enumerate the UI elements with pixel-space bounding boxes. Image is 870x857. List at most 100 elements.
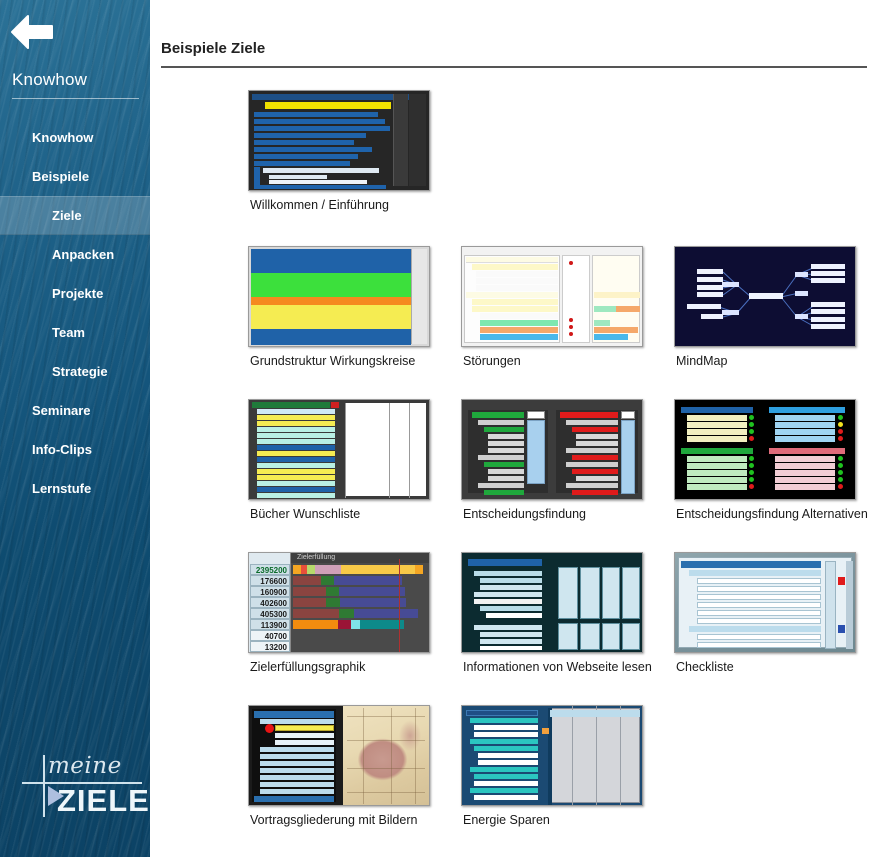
- gallery-row: Bücher Wunschliste: [248, 399, 870, 522]
- sidebar-item-beispiele[interactable]: Beispiele: [0, 157, 150, 196]
- gallery-item-vortragsgliederung[interactable]: Vortragsgliederung mit Bildern: [248, 705, 461, 828]
- sidebar-item-label: Team: [52, 325, 85, 340]
- gallery-item-mindmap[interactable]: MindMap: [674, 246, 870, 369]
- sidebar-item-anpacken[interactable]: Anpacken: [0, 235, 150, 274]
- sidebar-item-label: Seminare: [32, 403, 91, 418]
- thumbnail-caption: Willkommen / Einführung: [248, 191, 461, 213]
- chart-row-label: 113900: [250, 619, 290, 630]
- gallery-item-zielerfuellung[interactable]: liget ist Zielerfüllung 2395200 176600 1…: [248, 552, 461, 675]
- row-spacer: [248, 213, 870, 246]
- page-title-divider: [161, 66, 867, 68]
- sidebar: Knowhow Knowhow Beispiele Ziele Anpacken…: [0, 0, 150, 857]
- row-spacer: [248, 522, 870, 552]
- sidebar-item-lernstufe[interactable]: Lernstufe: [0, 469, 150, 508]
- app-window: Knowhow Knowhow Beispiele Ziele Anpacken…: [0, 0, 870, 857]
- chart-row-label: 405300: [250, 608, 290, 619]
- gallery-item-alternativen[interactable]: Entscheidungsfindung Alternativen: [674, 399, 870, 522]
- gallery-item-entscheidungsfindung[interactable]: Entscheidungsfindung: [461, 399, 674, 522]
- sidebar-item-strategie[interactable]: Strategie: [0, 352, 150, 391]
- thumb-art: [462, 706, 642, 805]
- thumbnail-entscheidungsfindung[interactable]: [461, 399, 643, 500]
- sidebar-item-label: Strategie: [52, 364, 108, 379]
- thumb-art: liget ist Zielerfüllung 2395200 176600 1…: [249, 553, 429, 652]
- sidebar-item-team[interactable]: Team: [0, 313, 150, 352]
- logo-meine-ziele[interactable]: meine ZIELE: [14, 753, 142, 819]
- sidebar-item-label: Info-Clips: [32, 442, 92, 457]
- thumbnail-caption: Grundstruktur Wirkungskreise: [248, 347, 461, 369]
- sidebar-item-label: Knowhow: [32, 130, 93, 145]
- thumb-art: [462, 400, 642, 499]
- thumbnail-caption: Zielerfüllungsgraphik: [248, 653, 461, 675]
- page-title: Beispiele Ziele: [161, 40, 867, 66]
- chart-row-label: 13200: [250, 641, 290, 652]
- sidebar-item-ziele[interactable]: Ziele: [0, 196, 150, 235]
- thumbnail-stoerungen[interactable]: [461, 246, 643, 347]
- thumbnail-mindmap[interactable]: [674, 246, 856, 347]
- gallery-row: Willkommen / Einführung: [248, 90, 870, 213]
- gallery-row: liget ist Zielerfüllung 2395200 176600 1…: [248, 552, 870, 675]
- thumbnail-caption: Informationen von Webseite lesen: [461, 653, 674, 675]
- sidebar-nav: Knowhow Beispiele Ziele Anpacken Projekt…: [0, 118, 150, 508]
- chart-row-label: 402600: [250, 597, 290, 608]
- logo-vertical-rule: [43, 755, 45, 817]
- sidebar-item-label: Lernstufe: [32, 481, 91, 496]
- thumbnail-caption: MindMap: [674, 347, 870, 369]
- chart-title: Zielerfüllung: [297, 554, 335, 561]
- sidebar-item-projekte[interactable]: Projekte: [0, 274, 150, 313]
- sidebar-item-info-clips[interactable]: Info-Clips: [0, 430, 150, 469]
- thumbnail-entscheidungsfindung-alternativen[interactable]: [674, 399, 856, 500]
- sidebar-item-seminare[interactable]: Seminare: [0, 391, 150, 430]
- logo-word-meine: meine: [48, 753, 122, 779]
- sidebar-item-label: Beispiele: [32, 169, 89, 184]
- thumbnail-caption: Checkliste: [674, 653, 870, 675]
- thumbnail-energie-sparen[interactable]: [461, 705, 643, 806]
- thumbnail-willkommen[interactable]: [248, 90, 430, 191]
- thumb-art: [675, 553, 855, 652]
- gallery-item-stoerungen[interactable]: Störungen: [461, 246, 674, 369]
- thumb-art: [249, 91, 429, 190]
- chart-row-label: 2395200: [250, 564, 290, 575]
- gallery-row: Vortragsgliederung mit Bildern: [248, 705, 870, 828]
- gallery-item-checkliste[interactable]: Checkliste: [674, 552, 870, 675]
- sidebar-title-divider: [12, 98, 139, 99]
- thumbnail-checkliste[interactable]: [674, 552, 856, 653]
- page-header: Beispiele Ziele: [161, 40, 867, 68]
- thumbnail-vortragsgliederung[interactable]: [248, 705, 430, 806]
- historic-map-image: [343, 706, 429, 805]
- sidebar-item-label: Projekte: [52, 286, 103, 301]
- gallery-row: Grundstruktur Wirkungskreise: [248, 246, 870, 369]
- row-spacer: [248, 675, 870, 705]
- thumb-art: [249, 400, 429, 499]
- gallery-item-buecher[interactable]: Bücher Wunschliste: [248, 399, 461, 522]
- chart-row-label: 40700: [250, 630, 290, 641]
- chart-row-label: 176600: [250, 575, 290, 586]
- row-spacer: [248, 369, 870, 399]
- thumbnail-caption: Bücher Wunschliste: [248, 500, 461, 522]
- thumb-art: [675, 247, 855, 346]
- triangle-down-icon: [21, 759, 39, 772]
- sidebar-title: Knowhow: [12, 70, 87, 90]
- logo-word-ziele: ZIELE: [57, 783, 150, 819]
- thumbnail-zielerfuellungsgraphik[interactable]: liget ist Zielerfüllung 2395200 176600 1…: [248, 552, 430, 653]
- gallery-item-willkommen[interactable]: Willkommen / Einführung: [248, 90, 461, 213]
- sidebar-item-label: Ziele: [52, 208, 82, 223]
- back-arrow-icon[interactable]: [8, 10, 56, 54]
- sidebar-item-label: Anpacken: [52, 247, 114, 262]
- thumbnail-grundstruktur[interactable]: [248, 246, 430, 347]
- red-dot-marker: [265, 724, 274, 733]
- thumb-art: [462, 247, 642, 346]
- thumb-art: [249, 247, 429, 346]
- gallery-item-energie-sparen[interactable]: Energie Sparen: [461, 705, 674, 828]
- thumbnail-informationen-webseite[interactable]: [461, 552, 643, 653]
- thumbnail-caption: Entscheidungsfindung: [461, 500, 674, 522]
- gallery-item-webseite-lesen[interactable]: Informationen von Webseite lesen: [461, 552, 674, 675]
- main-content: Beispiele Ziele: [150, 0, 870, 857]
- thumbnail-caption: Energie Sparen: [461, 806, 674, 828]
- example-gallery: Willkommen / Einführung: [248, 90, 870, 828]
- thumb-art: [675, 400, 855, 499]
- gallery-item-grundstruktur[interactable]: Grundstruktur Wirkungskreise: [248, 246, 461, 369]
- sidebar-item-knowhow[interactable]: Knowhow: [0, 118, 150, 157]
- chart-row-label: 160900: [250, 586, 290, 597]
- thumb-art: [462, 553, 642, 652]
- thumbnail-buecher-wunschliste[interactable]: [248, 399, 430, 500]
